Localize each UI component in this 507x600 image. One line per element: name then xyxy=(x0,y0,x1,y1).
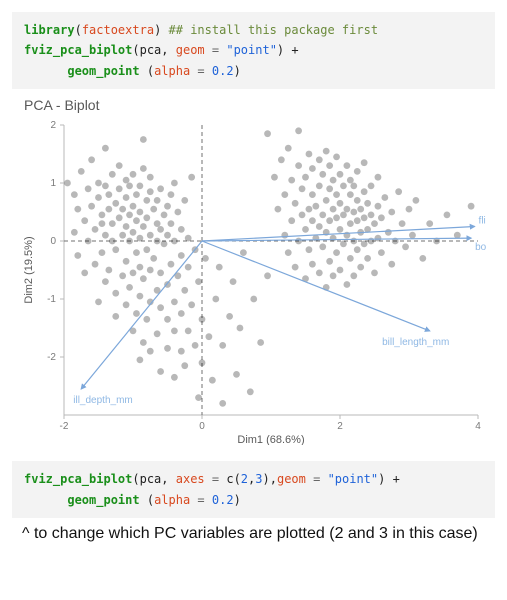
biplot-wrap: PCA - Biplot -2 0 2 4 -2 -1 0 1 2 flipper_length_… xyxy=(16,97,495,445)
plot-title: PCA - Biplot xyxy=(24,97,495,113)
svg-text:bill_length_mm: bill_length_mm xyxy=(382,337,449,348)
svg-text:Dim2 (19.5%): Dim2 (19.5%) xyxy=(23,237,35,304)
svg-text:2: 2 xyxy=(50,120,56,131)
svg-text:body_mass_g: body_mass_g xyxy=(475,242,486,253)
svg-text:Dim1 (68.6%): Dim1 (68.6%) xyxy=(237,434,304,445)
code-block-2: fviz_pca_biplot(pca, axes = c(2,3),geom … xyxy=(12,461,495,518)
svg-text:0: 0 xyxy=(50,236,56,247)
svg-text:4: 4 xyxy=(475,421,481,432)
code-block-1: library(factoextra) ## install this pack… xyxy=(12,12,495,89)
svg-text:0: 0 xyxy=(199,421,205,432)
pca-biplot: -2 0 2 4 -2 -1 0 1 2 flipper_length_… body_mass_gb… xyxy=(16,115,486,445)
svg-text:flipper_length_…: flipper_length_… xyxy=(479,216,486,227)
svg-text:2: 2 xyxy=(337,421,343,432)
svg-text:1: 1 xyxy=(50,178,56,189)
svg-text:-2: -2 xyxy=(47,352,56,363)
svg-text:-1: -1 xyxy=(47,294,56,305)
svg-text:-2: -2 xyxy=(60,421,69,432)
svg-text:ill_depth_mm: ill_depth_mm xyxy=(73,395,132,406)
caption-text: ^ to change which PC variables are plott… xyxy=(22,524,491,545)
